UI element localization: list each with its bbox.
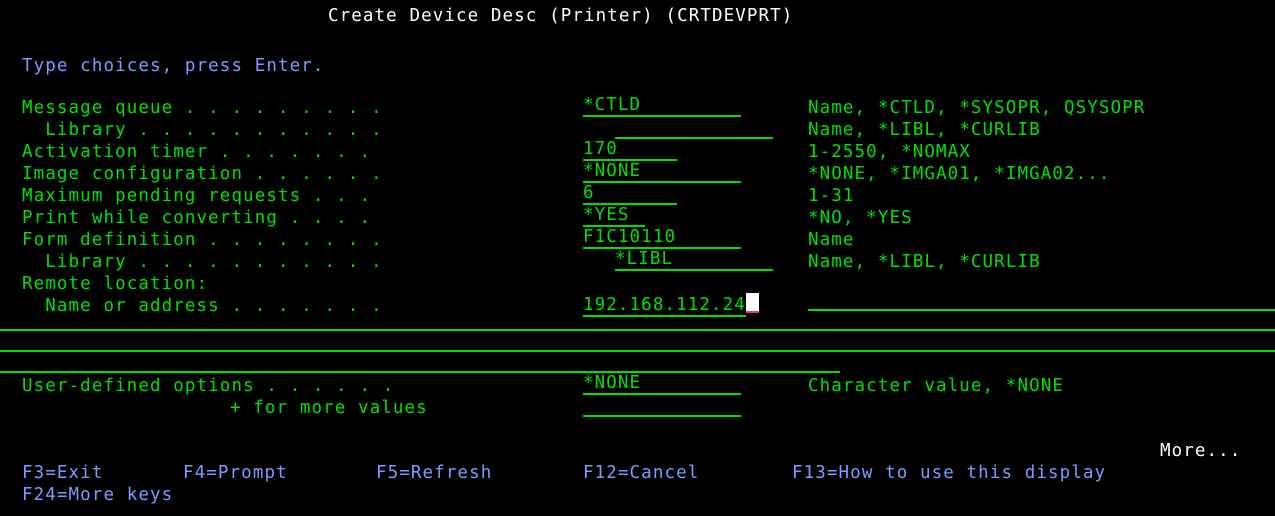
remote-location-label: Remote location:	[22, 274, 209, 294]
message-queue-choices: Name, *CTLD, *SYSOPR, QSYSOPR	[808, 98, 1146, 118]
screen-title: Create Device Desc (Printer) (CRTDEVPRT)	[328, 6, 794, 26]
form-definition-choices: Name	[808, 230, 855, 250]
image-configuration-input[interactable]: *NONE	[583, 161, 741, 183]
message-queue-label: Message queue . . . . . . . . .	[22, 98, 383, 118]
form-definition-library-label: Library . . . . . . . . . . .	[22, 252, 383, 272]
f13-help-key[interactable]: F13=How to use this display	[792, 462, 1106, 484]
text-cursor	[745, 293, 759, 313]
max-pending-requests-choices: 1-31	[808, 186, 855, 206]
f5-refresh-key[interactable]: F5=Refresh	[376, 462, 492, 484]
form-definition-library-choices: Name, *LIBL, *CURLIB	[808, 252, 1041, 272]
print-while-converting-label: Print while converting . . . .	[22, 208, 372, 228]
name-or-address-input[interactable]: 192.168.112.24	[583, 293, 807, 317]
max-pending-requests-input[interactable]: 6	[583, 183, 677, 205]
image-configuration-choices: *NONE, *IMGA01, *IMGA02...	[808, 164, 1111, 184]
form-definition-label: Form definition . . . . . . . .	[22, 230, 383, 250]
f12-cancel-key[interactable]: F12=Cancel	[583, 462, 699, 484]
more-values-label: + for more values	[230, 398, 428, 418]
activation-timer-label: Activation timer . . . . . . .	[22, 142, 372, 162]
more-indicator: More...	[1160, 441, 1242, 461]
message-queue-library-label: Library . . . . . . . . . . .	[22, 120, 383, 140]
activation-timer-input[interactable]: 170	[583, 139, 677, 161]
user-defined-options-input[interactable]: *NONE	[583, 373, 741, 395]
max-pending-requests-label: Maximum pending requests . . .	[22, 186, 372, 206]
address-field-continuation-line	[808, 309, 1275, 311]
user-defined-options-label: User-defined options . . . . . .	[22, 376, 395, 396]
print-while-converting-choices: *NO, *YES	[808, 208, 913, 228]
message-queue-library-choices: Name, *LIBL, *CURLIB	[808, 120, 1041, 140]
name-or-address-label: Name or address . . . . . . .	[22, 296, 383, 316]
message-queue-input[interactable]: *CTLD	[583, 95, 741, 117]
form-definition-input[interactable]: F1C10110	[583, 227, 741, 249]
form-definition-library-input[interactable]: *LIBL	[615, 249, 773, 271]
address-field-line-2	[0, 329, 1275, 331]
f4-prompt-key[interactable]: F4=Prompt	[183, 462, 288, 484]
user-defined-options-choices: Character value, *NONE	[808, 376, 1064, 396]
print-while-converting-input[interactable]: *YES	[583, 205, 645, 227]
activation-timer-choices: 1-2550, *NOMAX	[808, 142, 971, 162]
name-or-address-value: 192.168.112.24	[583, 295, 746, 317]
instruction-text: Type choices, press Enter.	[22, 56, 325, 76]
f3-exit-key[interactable]: F3=Exit	[22, 462, 103, 484]
image-configuration-label: Image configuration . . . . . .	[22, 164, 383, 184]
f24-more-keys[interactable]: F24=More keys	[22, 484, 173, 506]
more-values-input[interactable]	[583, 395, 741, 417]
address-field-line-3	[0, 350, 1275, 352]
terminal-screen: Create Device Desc (Printer) (CRTDEVPRT)…	[0, 0, 1275, 516]
message-queue-library-input[interactable]	[615, 117, 773, 139]
